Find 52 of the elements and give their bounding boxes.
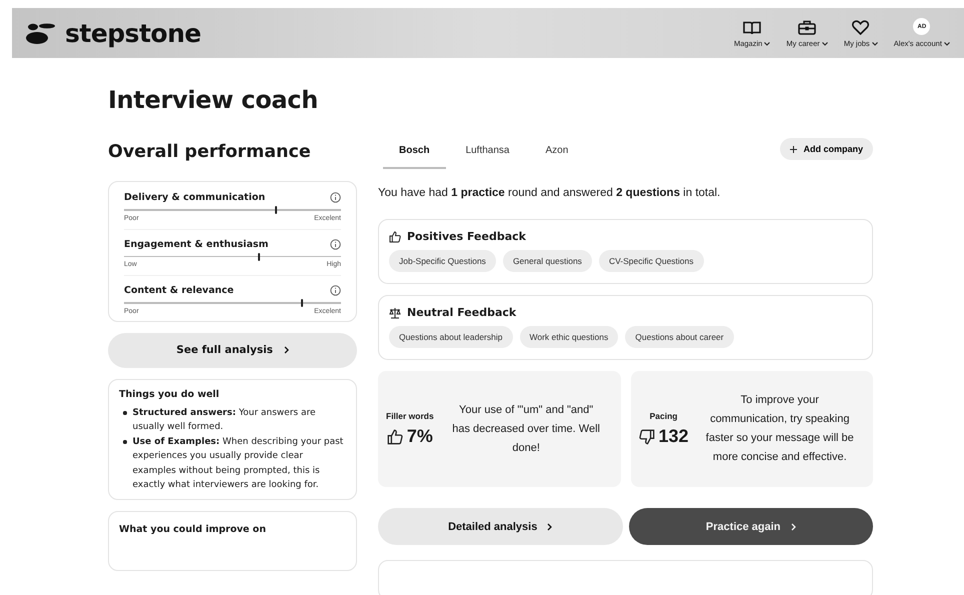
briefcase-icon: [798, 20, 816, 35]
scale-icon: [389, 306, 401, 318]
metric-name: Delivery & communication: [124, 192, 266, 203]
add-company-button[interactable]: Add company: [780, 138, 873, 160]
thumbs-up-icon: [386, 428, 403, 444]
feedback-title: Neutral Feedback: [407, 306, 516, 319]
stat-description: To improve your communication, try speaking faster so your message will be more concise and effective.: [704, 393, 855, 465]
chevron-down-icon: [822, 42, 828, 46]
stat-label: Pacing: [650, 411, 678, 421]
metric-name: Engagement & enthusiasm: [124, 238, 268, 250]
chevron-down-icon: [872, 42, 878, 46]
feedback-title: Positives Feedback: [407, 230, 526, 243]
info-icon[interactable]: [330, 192, 341, 203]
detailed-analysis-button[interactable]: Detailed analysis: [378, 508, 622, 545]
thumbs-up-icon: [389, 230, 401, 242]
practice-again-button[interactable]: Practice again: [628, 508, 873, 545]
info-icon[interactable]: [330, 238, 341, 250]
card-heading: Things you do well: [119, 388, 220, 400]
practice-summary: You have had 1 practice round and answered 2 questions in total.: [378, 187, 722, 199]
book-icon: [743, 21, 762, 35]
card-heading: What you could improve on: [119, 524, 267, 534]
strength-item: Use of Examples: When describing your past experiences you usually provide clear examples without being prompted, this is exactly what interviewers are looking for.: [132, 436, 344, 492]
heart-icon: [852, 20, 870, 35]
question-tag: Questions about career: [625, 326, 734, 348]
strength-item: Structured answers: Your answers are usually well formed.: [132, 406, 316, 434]
question-tag: CV-Specific Questions: [598, 250, 704, 272]
company-tab[interactable]: Azon: [530, 140, 584, 169]
info-icon[interactable]: [330, 285, 341, 296]
chevron-right-icon: [790, 522, 796, 531]
bullet-icon: [123, 411, 126, 414]
page-title: Interview coach: [108, 86, 320, 114]
company-tab[interactable]: Lufthansa: [450, 140, 526, 169]
question-tag: Job-Specific Questions: [389, 250, 496, 272]
bullet-icon: [123, 440, 126, 444]
logo-text[interactable]: stepstone: [65, 18, 201, 48]
see-full-analysis-button[interactable]: See full analysis: [108, 332, 357, 368]
metric-name: Content & relevance: [124, 285, 234, 296]
stat-label: Filler words: [386, 411, 434, 421]
stat-value: 132: [658, 426, 689, 447]
chevron-down-icon: [944, 42, 950, 46]
thumbs-down-icon: [638, 428, 654, 444]
chevron-right-icon: [547, 522, 552, 531]
stat-value: 7%: [406, 426, 433, 447]
question-tag: Questions about leadership: [389, 326, 512, 348]
section-heading: Overall performance: [108, 142, 312, 162]
question-tag: General questions: [502, 250, 592, 272]
question-tag: Work ethic questions: [520, 326, 618, 348]
chevron-right-icon: [284, 346, 289, 354]
stat-description: Your use of "'um" and "and" has decreased over time. Well done!: [451, 402, 601, 456]
chevron-down-icon: [764, 42, 770, 46]
plus-icon: [790, 146, 798, 154]
company-tab[interactable]: Bosch: [383, 140, 446, 169]
